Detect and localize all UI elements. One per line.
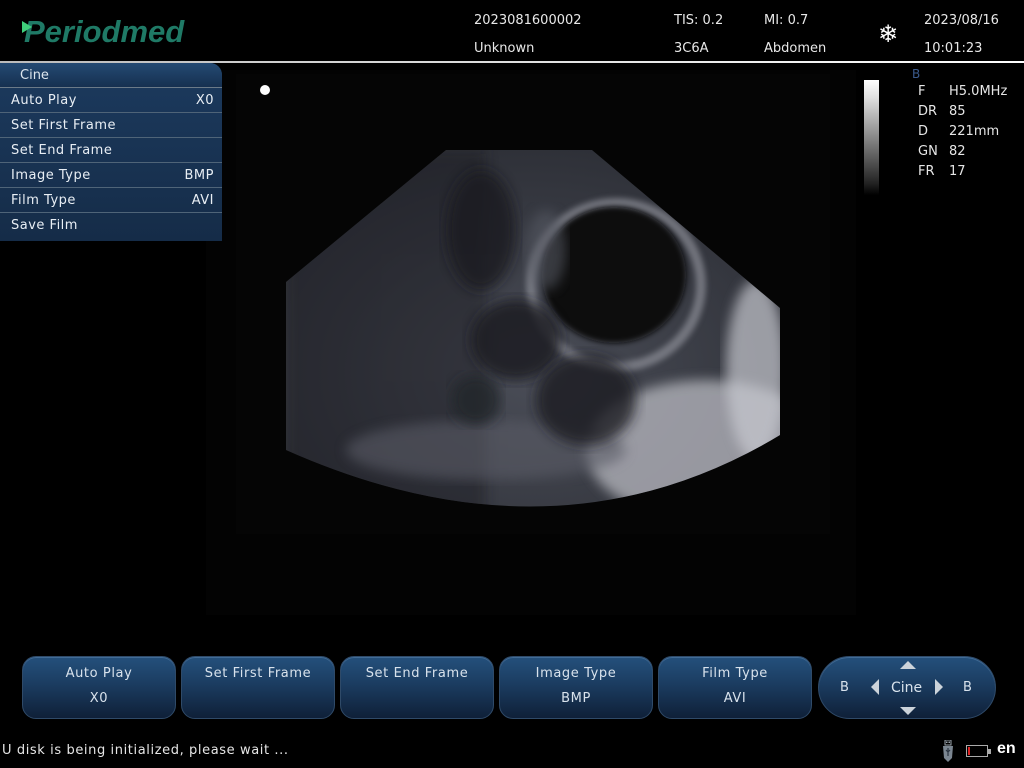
imaging-mode: B [912, 67, 921, 81]
menu-item-value: AVI [191, 192, 214, 208]
cine-menu-item-set-first-frame[interactable]: Set First Frame [0, 113, 222, 138]
logo-text: Periodmed [24, 14, 185, 49]
cine-menu-item-auto-play[interactable]: Auto Play X0 [0, 88, 222, 113]
button-label: Film Type [702, 666, 768, 681]
nav-center-label: Cine [891, 680, 923, 696]
arrow-down-icon[interactable] [900, 707, 916, 715]
imaging-parameters: B F H5.0MHz DR 85 D 221mm GN 82 FR 17 [912, 66, 1007, 182]
param-key: F [918, 84, 926, 99]
param-row-depth: D 221mm [912, 122, 1007, 142]
nav-right-mode-label: B [963, 680, 972, 695]
button-value: BMP [561, 691, 591, 706]
auto-play-button[interactable]: Auto Play X0 [22, 656, 176, 719]
button-label: Image Type [535, 666, 617, 681]
button-label: Set End Frame [365, 666, 469, 681]
param-key: GN [918, 144, 938, 159]
arrow-left-icon[interactable] [871, 679, 879, 695]
date: 2023/08/16 [924, 13, 999, 28]
cine-menu-item-set-end-frame[interactable]: Set End Frame [0, 138, 222, 163]
menu-item-label: Save Film [11, 218, 78, 233]
arrow-up-icon[interactable] [900, 661, 916, 669]
param-key: D [918, 124, 929, 139]
cine-menu: Cine Auto Play X0 Set First Frame Set En… [0, 63, 222, 241]
tis-index: TIS: 0.2 [674, 13, 724, 28]
ultrasound-image [286, 150, 780, 507]
menu-item-label: Set First Frame [11, 117, 116, 133]
image-type-button[interactable]: Image Type BMP [499, 656, 653, 719]
exam-type: Abdomen [764, 41, 827, 56]
cine-menu-title: Cine [0, 63, 222, 88]
menu-item-label: Image Type [11, 167, 91, 183]
cine-navigation-button[interactable]: B Cine B [818, 656, 996, 719]
param-value: 82 [949, 144, 966, 159]
patient-name: Unknown [474, 41, 535, 56]
nav-left-mode-label: B [840, 680, 849, 695]
grayscale-bar [864, 80, 879, 195]
param-key: DR [918, 104, 938, 119]
param-value: 17 [949, 164, 966, 179]
button-label: Set First Frame [204, 666, 312, 681]
param-value: 85 [949, 104, 966, 119]
arrow-right-icon[interactable] [935, 679, 943, 695]
param-row-gain: GN 82 [912, 142, 1007, 162]
patient-id: 2023081600002 [474, 13, 582, 28]
param-row-frame-rate: FR 17 [912, 162, 1007, 182]
battery-level [968, 747, 970, 755]
usb-icon [943, 740, 953, 762]
time: 10:01:23 [924, 41, 983, 56]
menu-item-label: Film Type [11, 192, 76, 208]
param-row-frequency: F H5.0MHz [912, 82, 1007, 102]
mi-index: MI: 0.7 [764, 13, 809, 28]
param-value: H5.0MHz [949, 84, 1008, 99]
button-value: X0 [89, 691, 109, 706]
orientation-marker [260, 85, 270, 95]
param-row-dynamic-range: DR 85 [912, 102, 1007, 122]
button-label: Auto Play [65, 666, 133, 681]
menu-item-value: BMP [184, 167, 214, 183]
status-message: U disk is being initialized, please wait… [2, 743, 289, 758]
menu-item-value: X0 [195, 92, 214, 108]
menu-item-label: Set End Frame [11, 142, 113, 158]
button-value: AVI [723, 691, 747, 706]
set-first-frame-button[interactable]: Set First Frame [181, 656, 335, 719]
cine-menu-item-save-film[interactable]: Save Film [0, 213, 222, 238]
logo-arrow-icon [22, 21, 32, 33]
cine-menu-item-image-type[interactable]: Image Type BMP [0, 163, 222, 188]
probe-name: 3C6A [674, 41, 709, 56]
ultrasound-sector [286, 150, 780, 507]
cine-menu-item-film-type[interactable]: Film Type AVI [0, 188, 222, 213]
battery-icon [966, 745, 991, 757]
menu-item-label: Auto Play [11, 92, 77, 108]
param-value: 221mm [949, 124, 1000, 139]
brand-logo: Periodmed [22, 14, 184, 50]
film-type-button[interactable]: Film Type AVI [658, 656, 812, 719]
set-end-frame-button[interactable]: Set End Frame [340, 656, 494, 719]
param-key: FR [918, 164, 935, 179]
language-indicator[interactable]: en [997, 740, 1016, 758]
snowflake-icon: ❄ [877, 20, 899, 48]
